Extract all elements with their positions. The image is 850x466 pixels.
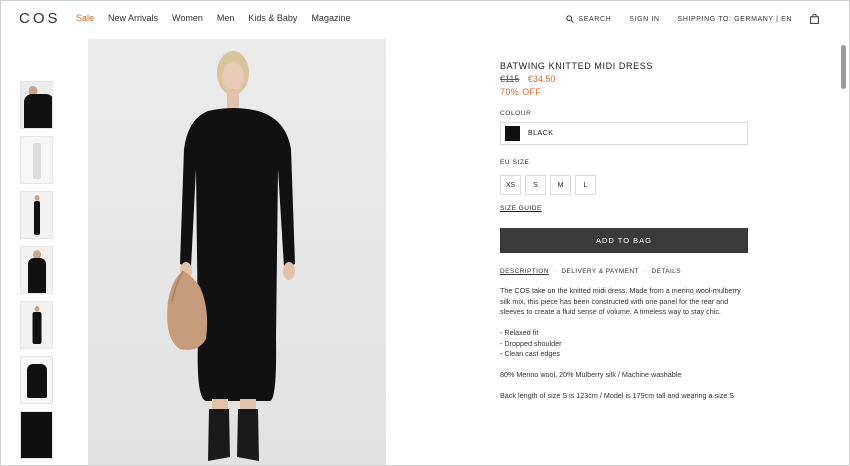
page-frame: COS Sale New Arrivals Women Men Kids & B… [0, 0, 850, 466]
product-info: BATWING KNITTED MIDI DRESS €115 €34.50 7… [500, 61, 748, 412]
cos-logo[interactable]: COS [19, 10, 61, 27]
tab-details[interactable]: DETAILS [652, 268, 681, 275]
add-to-bag-button[interactable]: ADD TO BAG [500, 228, 748, 253]
shipping-selector[interactable]: SHIPPING TO: GERMANY | EN [678, 16, 792, 23]
description-panel: The COS take on the knitted midi dress. … [500, 286, 748, 402]
feature-item: - Relaxed fit [500, 328, 539, 337]
feature-list: - Relaxed fit - Dropped shoulder - Clean… [500, 328, 748, 360]
thumbnail-3[interactable] [20, 191, 53, 239]
thumbnail-4[interactable] [20, 246, 53, 294]
original-price: €115 [500, 74, 520, 84]
bag-button[interactable] [810, 14, 819, 24]
bag-icon [810, 14, 819, 24]
tab-separator: · [553, 268, 557, 275]
nav-item-magazine[interactable]: Magazine [311, 13, 350, 23]
sign-in-link[interactable]: SIGN IN [629, 16, 659, 23]
size-option-m[interactable]: M [550, 175, 571, 195]
description-text: The COS take on the knitted midi dress. … [500, 286, 741, 316]
fit-note-text: Back length of size S is 123cm / Model i… [500, 391, 735, 400]
site-header: COS Sale New Arrivals Women Men Kids & B… [1, 1, 849, 35]
feature-item: - Clean cast edges [500, 349, 560, 358]
info-tabs: DESCRIPTION · DELIVERY & PAYMENT · DETAI… [500, 268, 748, 275]
model-illustration [167, 51, 295, 461]
size-option-xs[interactable]: XS [500, 175, 521, 195]
utility-nav: SEARCH SIGN IN SHIPPING TO: GERMANY | EN [548, 14, 820, 24]
scrollbar-thumb[interactable] [841, 45, 846, 89]
search-icon [565, 15, 574, 23]
search-button[interactable]: SEARCH [565, 15, 612, 23]
main-product-image[interactable] [88, 39, 386, 465]
tab-description[interactable]: DESCRIPTION [500, 268, 549, 275]
colour-swatch [505, 126, 520, 141]
nav-item-women[interactable]: Women [172, 13, 203, 23]
nav-item-new-arrivals[interactable]: New Arrivals [108, 13, 158, 23]
size-option-s[interactable]: S [525, 175, 546, 195]
size-options: XS S M L [500, 175, 748, 195]
discount-badge: 70% OFF [500, 87, 542, 97]
colour-selector[interactable]: BLACK [500, 122, 748, 145]
sale-price: €34.50 [527, 74, 556, 84]
thumbnail-2[interactable] [20, 136, 53, 184]
thumbnail-7[interactable] [20, 411, 53, 459]
colour-label: COLOUR [500, 110, 532, 117]
thumbnail-list [20, 81, 53, 465]
page-scrollbar[interactable] [840, 39, 847, 465]
thumbnail-5[interactable] [20, 301, 53, 349]
thumbnail-1[interactable] [20, 81, 53, 129]
tab-delivery-payment[interactable]: DELIVERY & PAYMENT [561, 268, 639, 275]
tab-separator: · [643, 268, 647, 275]
feature-item: - Dropped shoulder [500, 338, 562, 348]
colour-name: BLACK [528, 130, 554, 137]
composition-text: 80% Merino wool, 20% Mulberry silk / Mac… [500, 370, 682, 379]
product-title: BATWING KNITTED MIDI DRESS [500, 61, 653, 71]
thumbnail-6[interactable] [20, 356, 53, 404]
size-guide-link[interactable]: SIZE GUIDE [500, 205, 748, 212]
nav-item-men[interactable]: Men [217, 13, 235, 23]
nav-item-sale[interactable]: Sale [76, 13, 94, 23]
search-label: SEARCH [578, 15, 612, 23]
nav-item-kids-baby[interactable]: Kids & Baby [248, 13, 297, 23]
main-nav: Sale New Arrivals Women Men Kids & Baby … [76, 13, 364, 23]
size-option-l[interactable]: L [575, 175, 596, 195]
size-label: EU SIZE [500, 159, 530, 166]
price-row: €115 €34.50 [500, 74, 748, 84]
